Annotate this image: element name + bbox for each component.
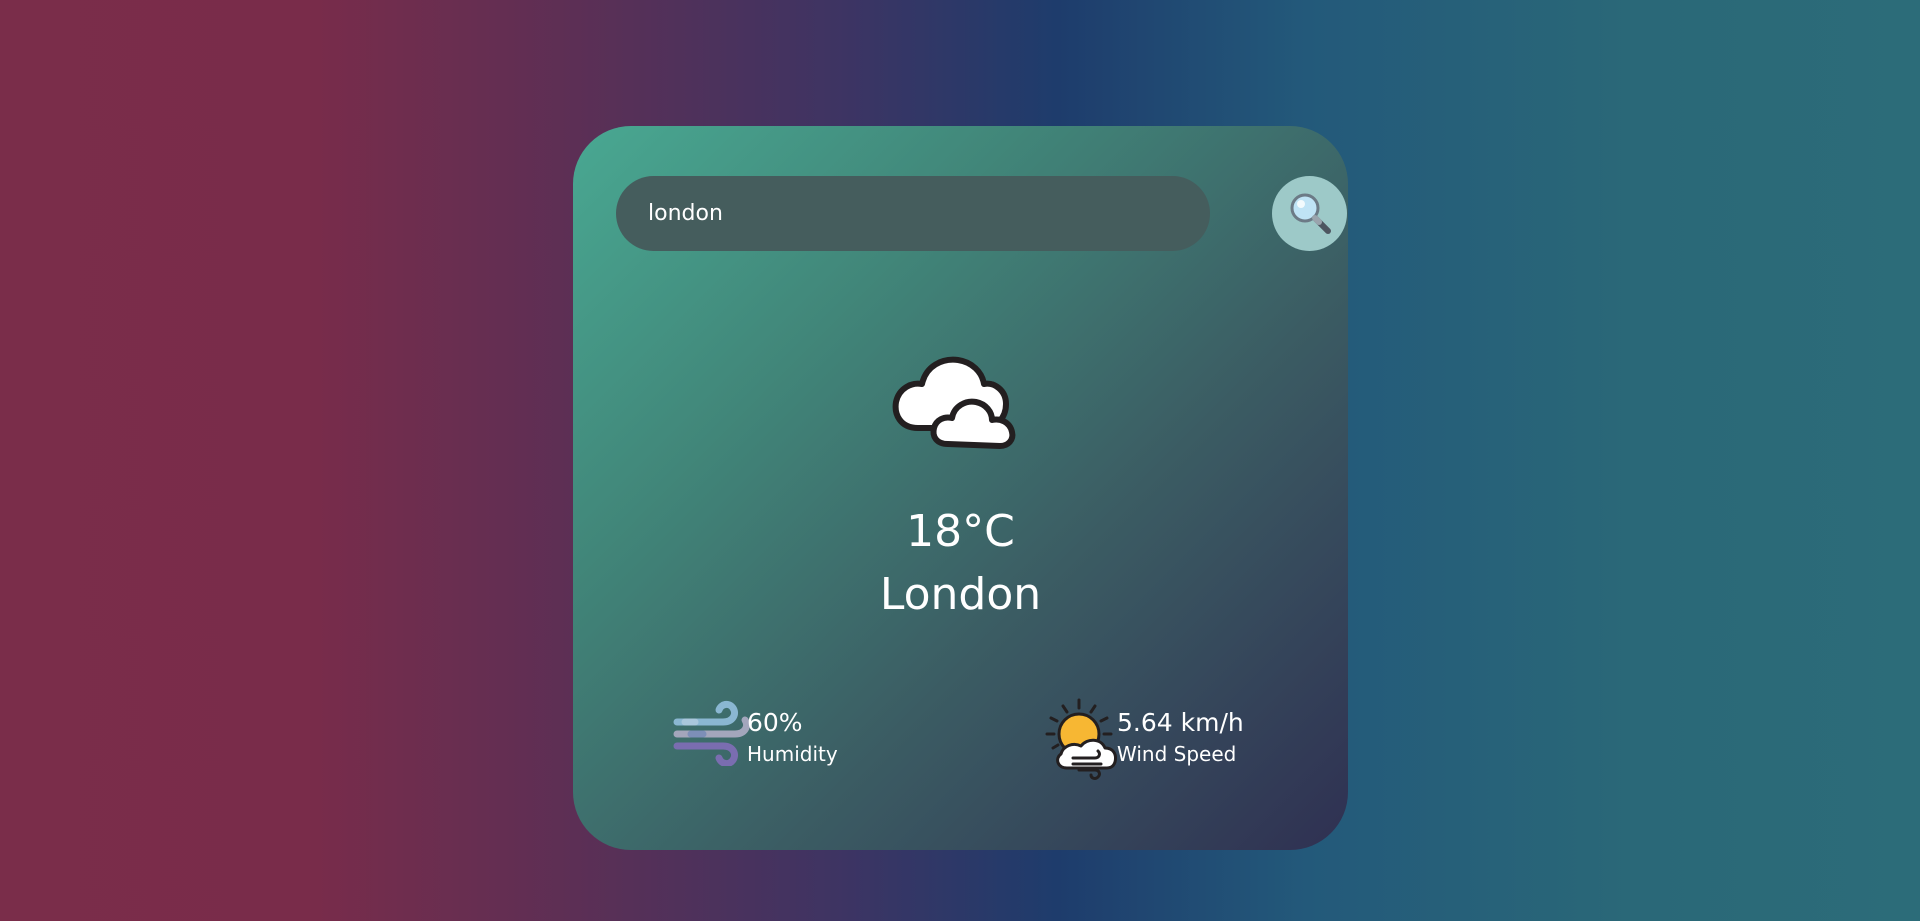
sun-cloud-wind-icon [1045,698,1117,780]
temperature: 18°C [906,506,1015,557]
search-input[interactable] [616,176,1210,251]
humidity-wind-icon [673,700,751,766]
search-bar [616,176,1347,251]
humidity-label: Humidity [747,742,838,766]
weather-card: 18°C London 60% Humidity [573,126,1348,850]
wind-speed-label: Wind Speed [1117,742,1237,766]
magnifier-icon [1290,193,1331,234]
clouds-icon [892,356,1016,449]
humidity-value: 60% [747,708,803,737]
search-button[interactable] [1272,176,1347,251]
city-name: London [879,569,1042,620]
wind-speed-value: 5.64 km/h [1117,708,1244,737]
